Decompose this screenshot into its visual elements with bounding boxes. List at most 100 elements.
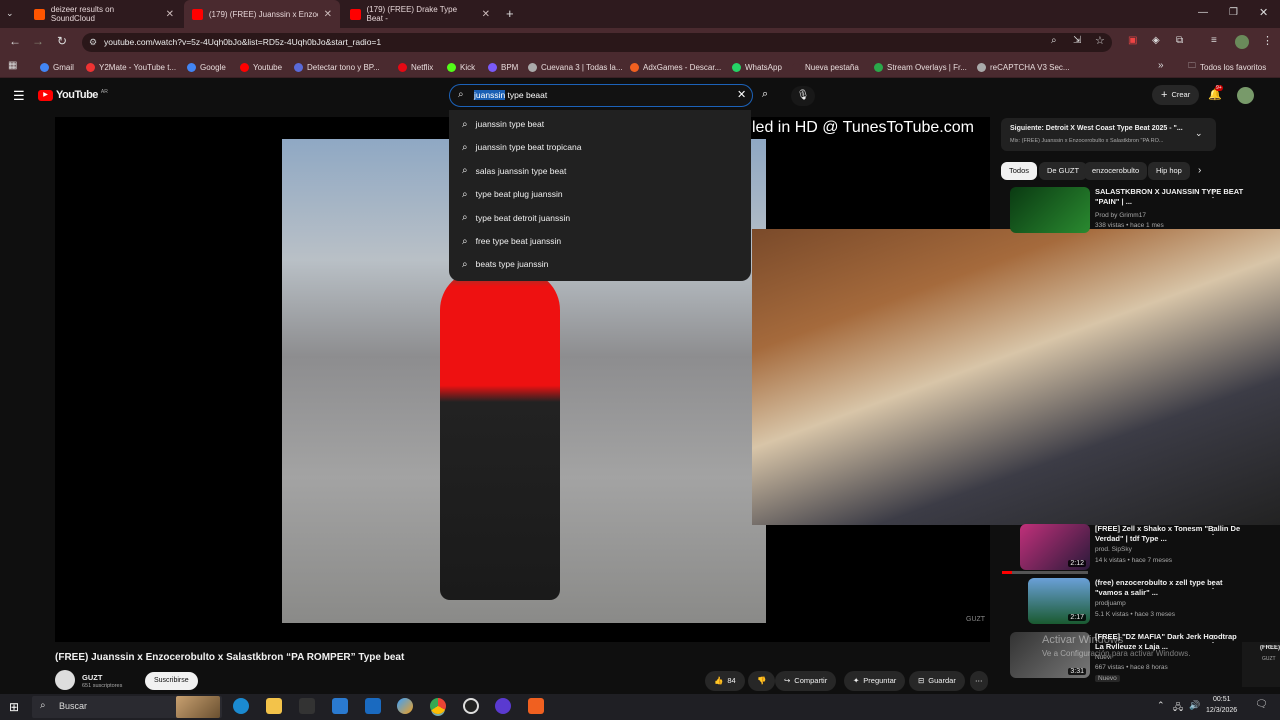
bookmark-item[interactable]: Cuevana 3 | Todas la...	[528, 59, 623, 75]
minimize-button[interactable]: —	[1198, 7, 1208, 18]
forward-icon[interactable]: →	[32, 34, 44, 48]
brave-icon[interactable]	[528, 698, 544, 714]
copilot-icon[interactable]	[397, 698, 413, 714]
menu-icon[interactable]: ⋮	[1262, 34, 1273, 47]
chip-channel[interactable]: De GUZT	[1039, 162, 1088, 180]
more-icon[interactable]: ⋮	[1208, 189, 1218, 200]
related-video[interactable]: 2:12 [FREE] Zell x Shako x Tonesm "Balli…	[1002, 524, 1262, 572]
channel-avatar[interactable]	[55, 670, 75, 690]
search-suggestion[interactable]: ⌕ type beat detroit juanssin	[462, 211, 570, 225]
video-meta: 667 vistas • hace 8 horas	[1095, 664, 1168, 671]
bookmark-item[interactable]: reCAPTCHA V3 Sec...	[977, 59, 1070, 75]
bookmark-item[interactable]: BPM	[488, 59, 518, 75]
obs-icon[interactable]	[463, 698, 479, 714]
bookmark-item[interactable]: AdxGames - Descar...	[630, 59, 721, 75]
clock-time[interactable]: 00:51	[1213, 696, 1231, 703]
save-button[interactable]: ⊟ Guardar	[909, 671, 965, 691]
profile-avatar[interactable]	[1235, 35, 1249, 49]
chevron-down-icon[interactable]: ⌄	[1195, 128, 1203, 139]
bookmark-item[interactable]: Gmail	[40, 59, 74, 75]
video-meta: 5.1 K vistas • hace 3 meses	[1095, 611, 1175, 618]
search-query[interactable]: juanssin type beaat	[474, 90, 547, 100]
channel-name[interactable]: GUZT	[82, 673, 102, 682]
file-explorer-icon[interactable]	[266, 698, 282, 714]
chevron-up-icon[interactable]: ⌃	[1157, 700, 1165, 711]
bookmark-item[interactable]: Detectar tono y BP...	[294, 59, 380, 75]
search-suggestion[interactable]: ⌕ free type beat juanssin	[462, 234, 561, 248]
share-button[interactable]: ↪ Compartir	[775, 671, 837, 691]
search-suggestion[interactable]: ⌕ salas juanssin type beat	[462, 164, 566, 178]
chrome-icon[interactable]	[430, 698, 446, 714]
search-suggestion[interactable]: ⌕ juanssin type beat	[462, 117, 544, 131]
close-icon[interactable]: ✕	[482, 9, 490, 20]
extension-icon[interactable]: ▣	[1128, 35, 1137, 46]
more-icon[interactable]: ⋮	[1208, 634, 1218, 645]
ask-button[interactable]: ✦ Preguntar	[844, 671, 906, 691]
bookmark-item[interactable]: WhatsApp	[732, 59, 782, 75]
new-tab-button[interactable]: +	[506, 6, 514, 21]
more-icon[interactable]: ⋮	[1208, 580, 1218, 591]
more-actions-button[interactable]: ⋯	[970, 671, 988, 691]
maximize-button[interactable]: ❐	[1229, 7, 1238, 18]
site-info-icon[interactable]: ⚙	[89, 37, 97, 48]
address-bar[interactable]: youtube.com/watch?v=5z-4Uqh0bJo&list=RD5…	[82, 33, 1112, 52]
reload-icon[interactable]: ↻	[57, 34, 67, 48]
voice-search-button[interactable]: 🎙	[791, 86, 815, 106]
hamburger-icon[interactable]: ☰	[13, 88, 25, 104]
bookmark-item[interactable]: Kick	[447, 59, 475, 75]
youtube-logo[interactable]: ▶ YouTube AR	[38, 89, 108, 101]
bookmark-item[interactable]: Youtube	[240, 59, 282, 75]
search-suggestion[interactable]: ⌕ beats type juanssin	[462, 257, 548, 271]
search-suggestion[interactable]: ⌕ type beat plug juanssin	[462, 187, 563, 201]
dislike-button[interactable]: 👎	[748, 671, 776, 691]
store-icon[interactable]	[332, 698, 348, 714]
like-button[interactable]: 👍 84	[705, 671, 745, 691]
bookmark-item[interactable]: Nueva pestaña	[792, 59, 859, 75]
media-icon[interactable]: ≡	[1211, 35, 1217, 46]
windows-start-icon[interactable]: ⊞	[9, 700, 19, 714]
outlook-icon[interactable]	[365, 698, 381, 714]
extension-icon[interactable]: ◈	[1152, 35, 1160, 46]
close-window-button[interactable]: ✕	[1259, 6, 1268, 19]
more-bookmarks-icon[interactable]: »	[1158, 60, 1164, 71]
close-icon[interactable]: ✕	[324, 9, 332, 20]
edge-icon[interactable]	[233, 698, 249, 714]
chip-hiphop[interactable]: Hip hop	[1148, 162, 1190, 180]
tab-drake[interactable]: (179) (FREE) Drake Type Beat - ✕	[342, 0, 498, 28]
tab-soundcloud[interactable]: deizeer results on SoundCloud ✕	[26, 0, 182, 28]
more-icon[interactable]: ⋮	[1208, 526, 1218, 537]
notification-center-icon[interactable]: 🗨	[1255, 699, 1268, 710]
live-app-icon[interactable]	[299, 698, 315, 714]
related-video[interactable]: SALASTKBRON X JUANSSIN TYPE BEAT "PAIN" …	[1002, 187, 1262, 235]
up-next-panel[interactable]	[1001, 118, 1216, 151]
star-icon[interactable]: ☆	[1095, 34, 1105, 47]
all-favorites[interactable]: 🗀 Todos los favoritos	[1188, 59, 1266, 75]
chip-enzo[interactable]: enzocerobulto	[1084, 162, 1148, 180]
account-avatar[interactable]	[1237, 87, 1254, 104]
clear-search-icon[interactable]: ✕	[737, 88, 746, 101]
back-icon[interactable]: ←	[9, 34, 21, 48]
clock-date[interactable]: 12/3/2026	[1206, 707, 1237, 714]
create-button[interactable]: + Crear	[1152, 85, 1200, 105]
zoom-icon[interactable]: ⌕	[1051, 35, 1057, 46]
tab-search-button[interactable]: ⌄	[6, 8, 14, 19]
install-icon[interactable]: ⇲	[1073, 35, 1081, 46]
bookmark-item[interactable]: Stream Overlays | Fr...	[874, 59, 967, 75]
chevron-right-icon[interactable]: ›	[1198, 165, 1201, 176]
subscribe-button[interactable]: Suscribirse	[145, 672, 198, 690]
bookmark-item[interactable]: Y2Mate - YouTube t...	[86, 59, 176, 75]
app-icon[interactable]	[495, 698, 511, 714]
bookmark-item[interactable]: Netflix	[398, 59, 433, 75]
chip-all[interactable]: Todos	[1001, 162, 1038, 180]
apps-icon[interactable]: ▦	[8, 60, 17, 71]
bookmark-item[interactable]: Google	[187, 59, 226, 75]
puzzle-icon[interactable]: ⧉	[1176, 35, 1183, 46]
related-video[interactable]: 2:17 (free) enzocerobulto x zell type be…	[1002, 578, 1262, 626]
volume-icon[interactable]: 🔊	[1189, 700, 1200, 711]
search-button[interactable]: ⌕	[762, 88, 768, 101]
search-suggestion[interactable]: ⌕ juanssin type beat tropicana	[462, 140, 581, 154]
tab-current[interactable]: (179) (FREE) Juanssin x Enzocer ✕	[184, 0, 340, 28]
close-icon[interactable]: ✕	[166, 9, 174, 20]
search-icon: ⌕	[462, 212, 468, 224]
network-icon[interactable]: 🖧	[1173, 700, 1183, 716]
